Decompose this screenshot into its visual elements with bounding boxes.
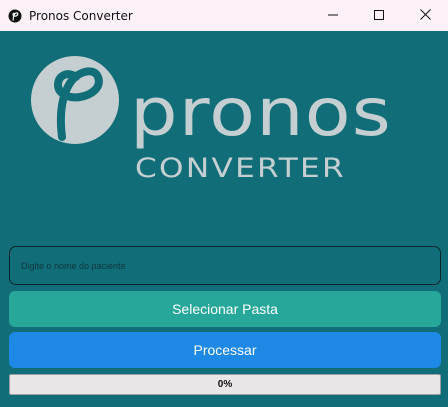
window-title: Pronos Converter [29,8,133,23]
logo-subtitle-text: CONVERTER [135,153,346,184]
minimize-icon [328,7,338,25]
pronos-logo-icon [7,8,23,24]
select-folder-button[interactable]: Selecionar Pasta [9,291,441,327]
pronos-converter-logo: pronos CONVERTER [0,31,448,241]
logo-brand-text: pronos [130,74,392,151]
close-icon [419,7,431,25]
process-button[interactable]: Processar [9,332,441,368]
app-window: Pronos Converter pronos CONVERTER Digite… [0,0,448,407]
title-bar[interactable]: Pronos Converter [0,0,448,31]
progress-bar: 0% [9,374,441,395]
close-button[interactable] [402,0,448,31]
pronos-logo-mark-icon [31,56,119,144]
progress-label: 0% [217,379,233,390]
window-controls [310,0,448,31]
patient-name-input[interactable] [9,246,441,285]
minimize-button[interactable] [310,0,356,31]
maximize-button[interactable] [356,0,402,31]
maximize-icon [374,7,384,25]
